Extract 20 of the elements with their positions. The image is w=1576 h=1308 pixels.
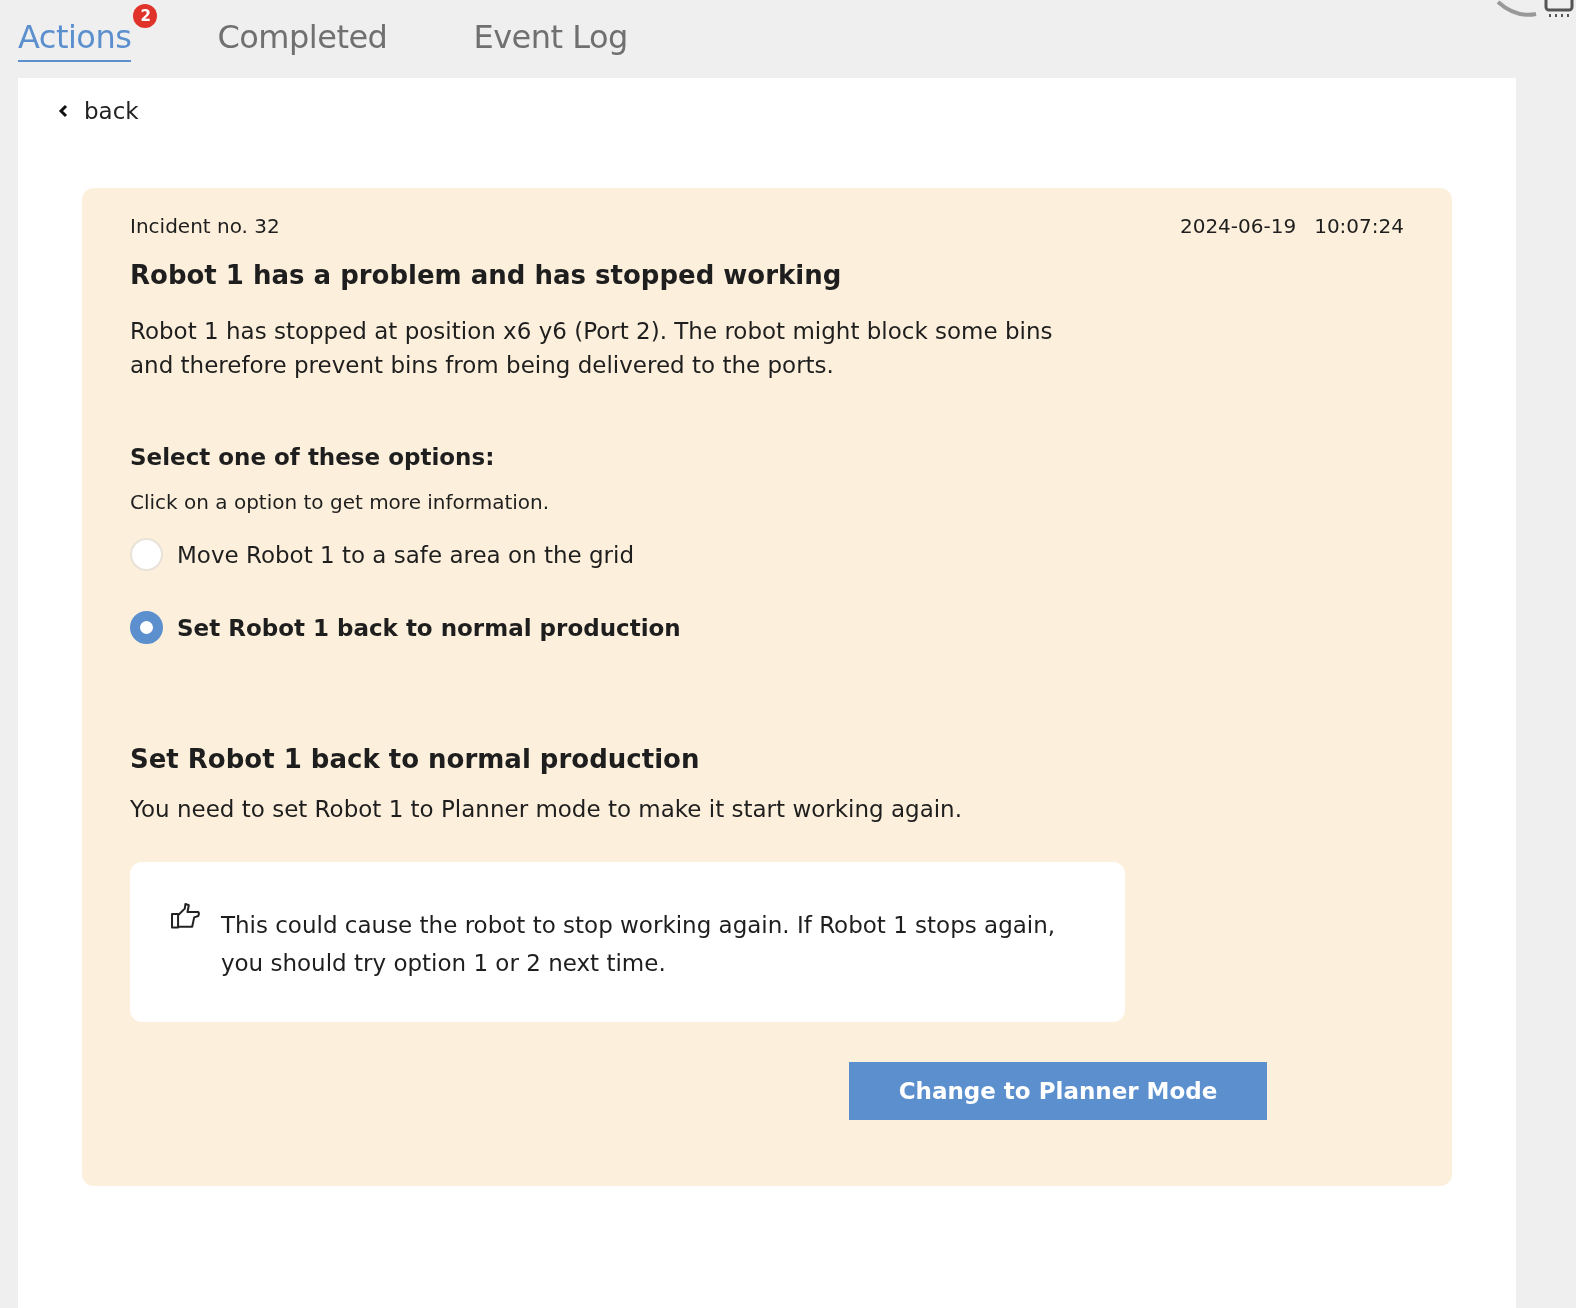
detail-text: You need to set Robot 1 to Planner mode to make it start working again. bbox=[130, 796, 963, 822]
incident-date: 2024-06-19 bbox=[1179, 214, 1297, 238]
incident-time: 10:07:24 bbox=[1314, 214, 1404, 238]
chevron-left-icon bbox=[58, 104, 68, 118]
option-radio[interactable]: Set Robot 1 back to normal production bbox=[130, 611, 1404, 644]
radio-icon[interactable] bbox=[130, 611, 163, 644]
note-text: This could cause the robot to stop working again. If Robot 1 stops again, you should try option 1 or 2 next time. bbox=[220, 911, 1057, 978]
options-heading: Select one of these options: bbox=[130, 444, 496, 470]
tab[interactable]: Event Log bbox=[473, 0, 628, 62]
incident-description: Robot 1 has stopped at position x6 y6 (Port 2). The robot might block some bins and therefore prevent bins from being delivered to the ports. bbox=[130, 317, 1054, 380]
detail-title: Set Robot 1 back to normal production bbox=[130, 744, 701, 774]
options-hint: Click on a option to get more information. bbox=[130, 490, 551, 514]
back-link[interactable]: back bbox=[58, 98, 139, 124]
option-radio[interactable]: Move Robot 1 to a safe area on the grid bbox=[130, 538, 1404, 571]
change-mode-button[interactable]: Change to Planner Mode bbox=[849, 1062, 1267, 1120]
tab[interactable]: Completed bbox=[217, 0, 388, 62]
incident-title: Robot 1 has a problem and has stopped working bbox=[130, 260, 843, 290]
incident-number: Incident no. 32 bbox=[130, 214, 280, 238]
count-badge: 2 bbox=[133, 4, 158, 28]
device-icon[interactable] bbox=[1496, 0, 1576, 18]
